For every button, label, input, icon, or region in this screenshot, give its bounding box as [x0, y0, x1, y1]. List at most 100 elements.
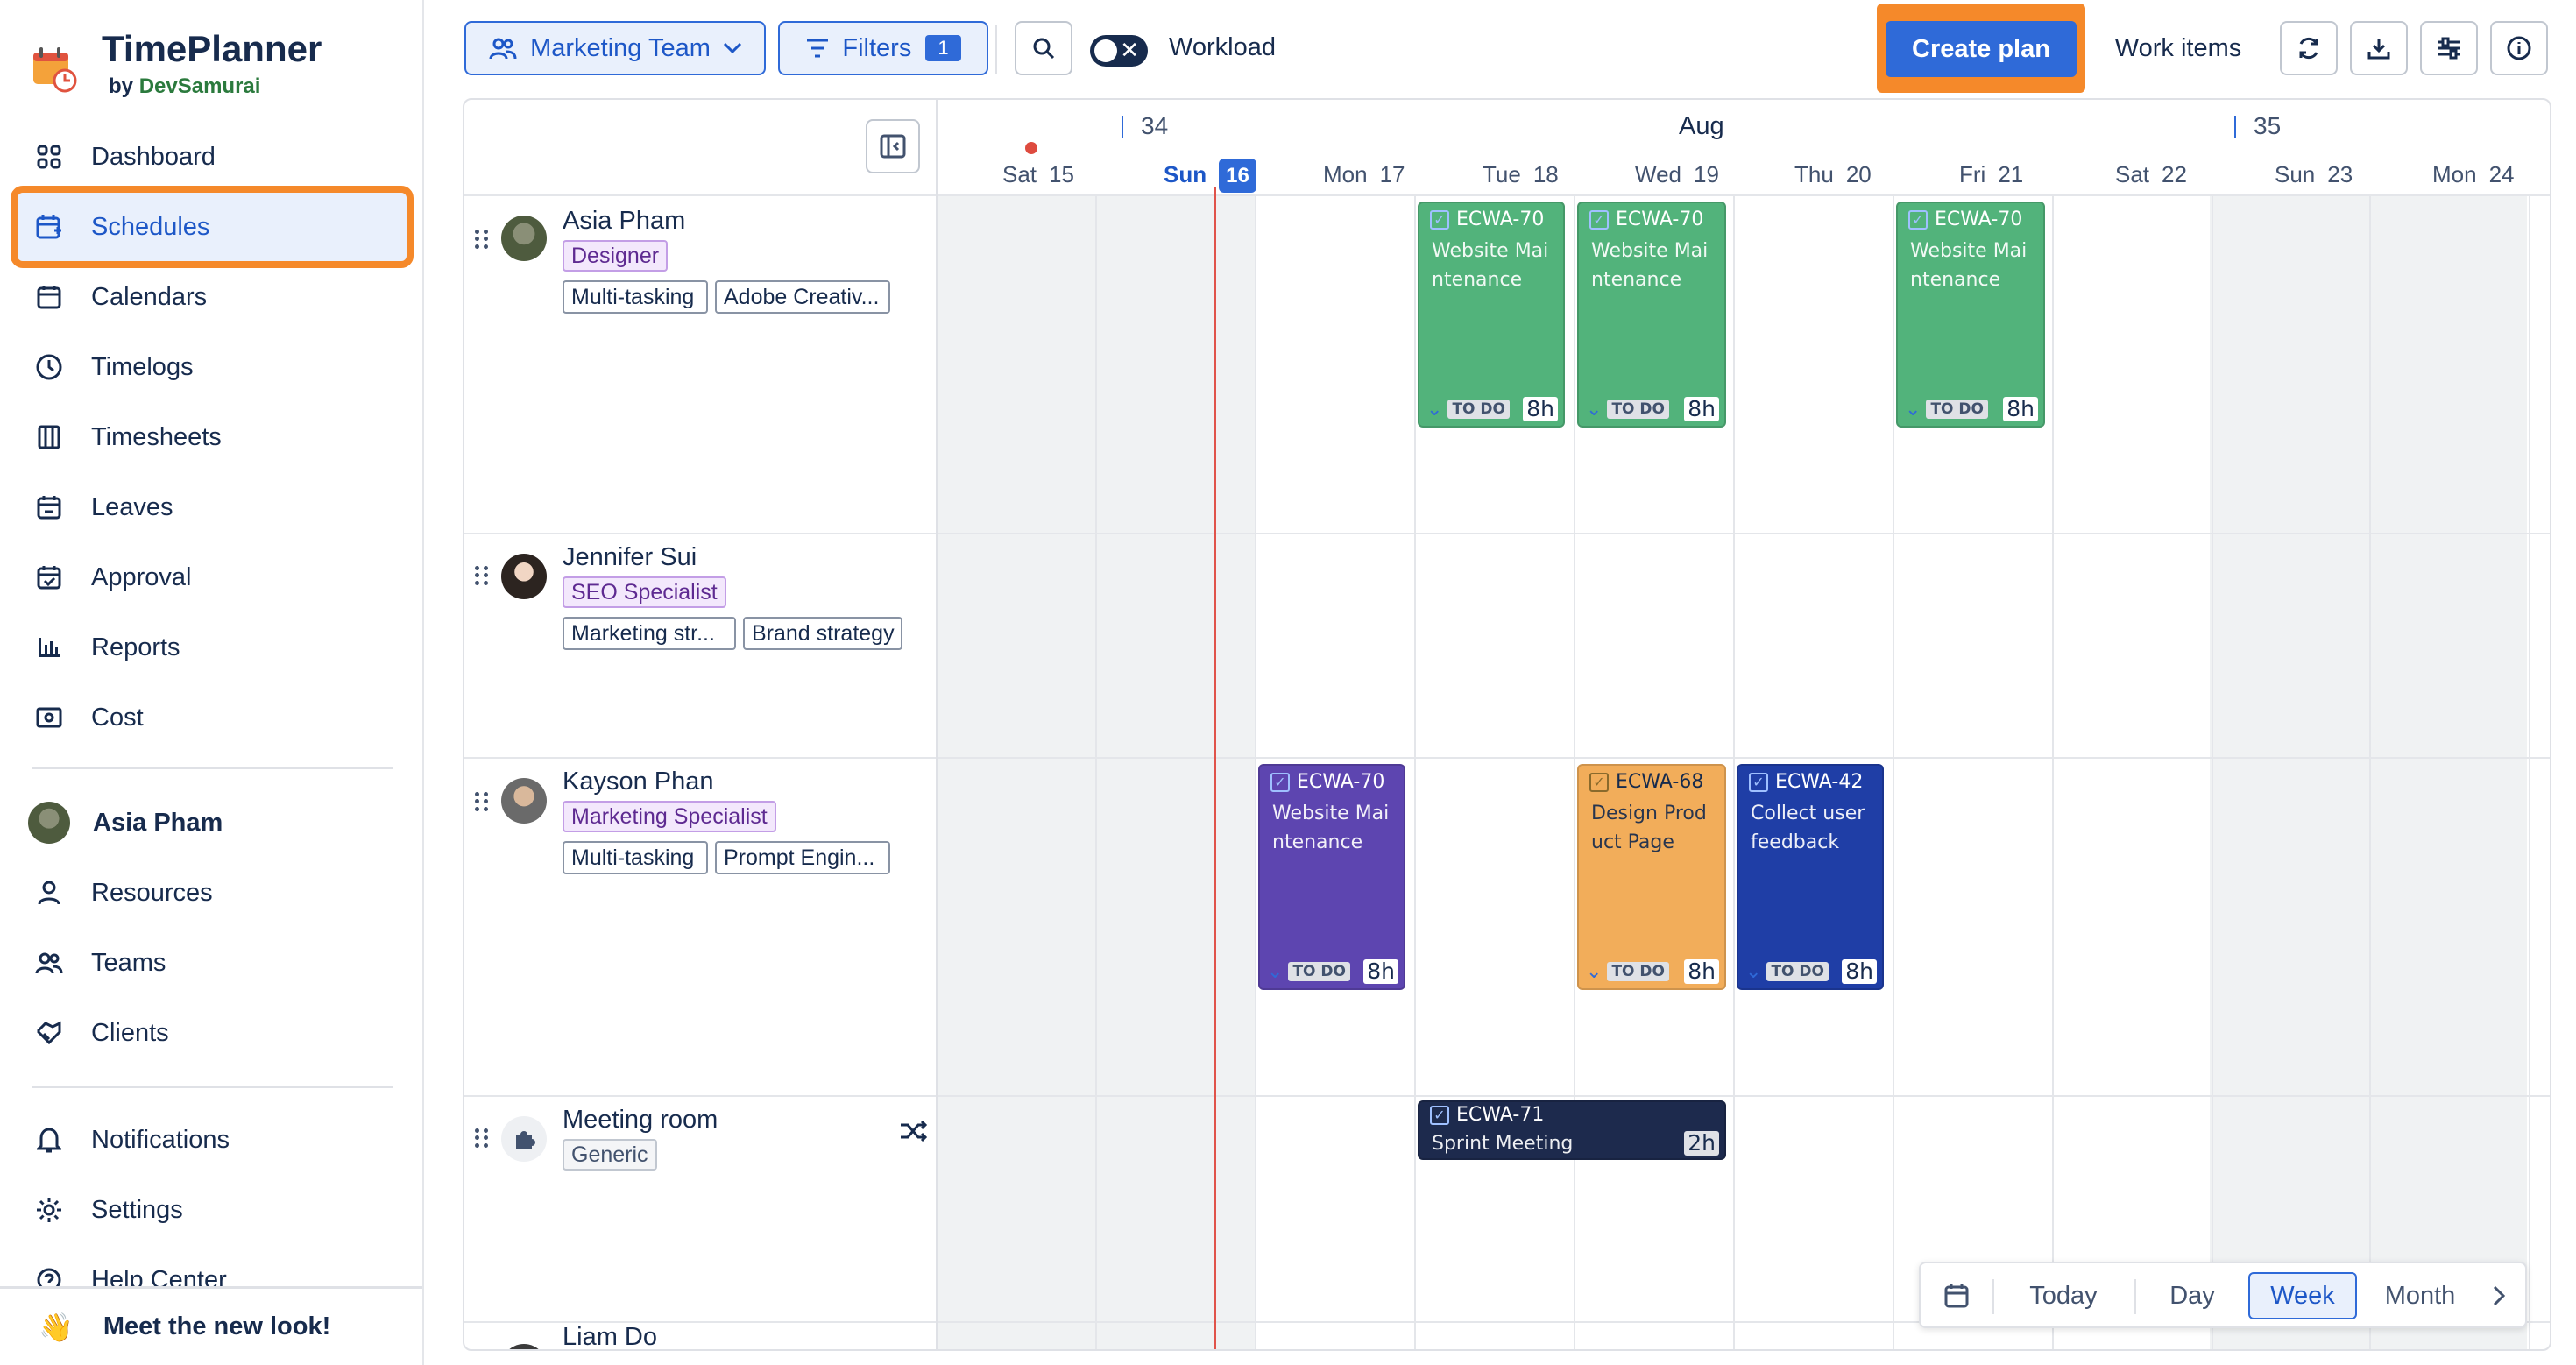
leave-icon: [33, 492, 65, 523]
task-hours: 8h: [1684, 397, 1719, 421]
task-title: Website Maintenance: [1591, 240, 1709, 291]
date-picker-button[interactable]: [1938, 1272, 1975, 1319]
nav-notifications[interactable]: Notifications: [18, 1106, 407, 1174]
task-footer: 2h: [1667, 1130, 1719, 1156]
waving-hand-icon: 👋: [39, 1311, 74, 1343]
day-header[interactable]: Mon 17: [1323, 161, 1405, 188]
resource-name[interactable]: Liam Do: [563, 1323, 657, 1349]
resource-name[interactable]: Jennifer Sui: [563, 543, 697, 572]
chevron-down-icon: ⌄: [1426, 398, 1443, 421]
day-header[interactable]: Mon 24: [2432, 161, 2515, 188]
day-header[interactable]: Sun 23: [2275, 161, 2353, 188]
resource-name[interactable]: Asia Pham: [563, 207, 685, 236]
sync-button[interactable]: [2280, 21, 2338, 75]
week-number: 35: [2233, 112, 2282, 139]
app-logo[interactable]: TimePlanner by DevSamurai: [28, 26, 322, 102]
week-view-button[interactable]: Week: [2248, 1272, 2357, 1319]
day-header-today[interactable]: Sun 16: [1164, 159, 1256, 193]
day-header[interactable]: Sat 15: [1002, 161, 1074, 188]
nav-reports[interactable]: Reports: [18, 613, 407, 682]
create-plan-button[interactable]: Create plan: [1886, 21, 2077, 77]
chevron-down-icon: [723, 42, 741, 54]
shuffle-icon[interactable]: [899, 1118, 929, 1144]
checkbox-icon: ✓: [1430, 1105, 1449, 1125]
work-items-button[interactable]: Work items: [2091, 21, 2266, 75]
nav-clients[interactable]: Clients: [18, 999, 407, 1067]
task-card[interactable]: ✓ ECWA-68 Design Product Page ⌄ TO DO 8h: [1577, 764, 1726, 990]
checkbox-icon: ✓: [1589, 772, 1609, 792]
task-footer: ⌄ TO DO 8h: [1586, 958, 1719, 985]
skill-tag: Brand strategy: [743, 617, 902, 650]
view-settings-button[interactable]: [2420, 21, 2478, 75]
day-number: 22: [2162, 161, 2187, 187]
day-view-button[interactable]: Day: [2150, 1272, 2234, 1319]
day-number: 19: [1694, 161, 1719, 187]
nav-user-profile[interactable]: Asia Pham: [18, 789, 407, 857]
day-header[interactable]: Thu 20: [1794, 161, 1872, 188]
nav-timelogs[interactable]: Timelogs: [18, 333, 407, 401]
task-card[interactable]: ✓ ECWA-70 Website Maintenance ⌄ TO DO 8h: [1258, 764, 1405, 990]
nav-calendars[interactable]: Calendars: [18, 263, 407, 331]
settings-sliders-icon: [2438, 37, 2460, 60]
filter-count-badge: 1: [925, 35, 961, 61]
search-icon: [1033, 38, 1055, 60]
nav-cost[interactable]: Cost: [18, 683, 407, 752]
drag-handle-icon[interactable]: [475, 566, 489, 585]
day-header[interactable]: Wed 19: [1635, 161, 1719, 188]
nav-divider: [32, 767, 393, 769]
sync-icon: [2299, 37, 2318, 60]
task-card[interactable]: ✓ ECWA-70 Website Maintenance ⌄ TO DO 8h: [1896, 202, 2045, 428]
resource-name[interactable]: Meeting room: [563, 1106, 718, 1135]
bell-icon: [33, 1124, 65, 1156]
task-footer: ⌄ TO DO 8h: [1745, 958, 1877, 985]
task-title: Website Maintenance: [1910, 240, 2028, 291]
skill-tag: Adobe Creativ...: [715, 280, 890, 314]
day-header[interactable]: Sat 22: [2115, 161, 2187, 188]
month-view-button[interactable]: Month: [2367, 1272, 2473, 1319]
nav-schedules[interactable]: Schedules: [11, 186, 414, 268]
nav-timesheets[interactable]: Timesheets: [18, 403, 407, 471]
today-button[interactable]: Today: [2008, 1272, 2119, 1319]
download-button[interactable]: [2350, 21, 2408, 75]
drag-handle-icon[interactable]: [475, 230, 489, 249]
info-button[interactable]: [2490, 21, 2548, 75]
drag-handle-icon[interactable]: [475, 792, 489, 811]
day-header[interactable]: Tue 18: [1483, 161, 1559, 188]
day-of-week: Thu: [1794, 161, 1834, 187]
filters-button[interactable]: Filters 1: [778, 21, 988, 75]
day-number: 17: [1379, 161, 1405, 187]
checkbox-icon: ✓: [1589, 209, 1609, 230]
chevron-right-icon[interactable]: [2481, 1272, 2516, 1319]
download-icon: [2367, 39, 2390, 60]
workload-toggle[interactable]: ✕: [1090, 35, 1148, 67]
task-card[interactable]: ✓ ECWA-42 Collect user feedback ⌄ TO DO 8h: [1737, 764, 1884, 990]
nav-approval[interactable]: Approval: [18, 543, 407, 612]
role-badge: Generic: [563, 1139, 657, 1171]
task-card[interactable]: ✓ ECWA-71 Sprint Meeting 2h: [1418, 1100, 1726, 1160]
resource-name[interactable]: Kayson Phan: [563, 767, 714, 796]
drag-handle-icon[interactable]: [475, 1128, 489, 1148]
task-key: ECWA-68: [1616, 771, 1704, 793]
nav-leaves[interactable]: Leaves: [18, 473, 407, 541]
nav-dashboard[interactable]: Dashboard: [18, 123, 407, 191]
nav-label: Settings: [91, 1195, 183, 1224]
task-card[interactable]: ✓ ECWA-70 Website Maintenance ⌄ TO DO 8h: [1418, 202, 1565, 428]
collapse-sidebar-button[interactable]: [866, 119, 920, 173]
nav-teams[interactable]: Teams: [18, 929, 407, 997]
nav-label: Notifications: [91, 1125, 230, 1154]
nav-resources[interactable]: Resources: [18, 859, 407, 927]
avatar: [501, 778, 547, 824]
day-header[interactable]: Fri 21: [1959, 161, 2023, 188]
checkbox-icon: ✓: [1749, 772, 1768, 792]
filter-icon: [807, 39, 829, 58]
role-badge: Designer: [563, 240, 669, 272]
nav-settings[interactable]: Settings: [18, 1176, 407, 1244]
clients-icon: [33, 1017, 65, 1049]
task-card[interactable]: ✓ ECWA-70 Website Maintenance ⌄ TO DO 8h: [1577, 202, 1726, 428]
checkbox-icon: ✓: [1908, 209, 1928, 230]
search-button[interactable]: [1015, 21, 1072, 75]
team-selector[interactable]: Marketing Team: [464, 21, 766, 75]
reports-icon: [33, 632, 65, 663]
meet-new-look-banner[interactable]: 👋 Meet the new look!: [0, 1286, 422, 1365]
nav-label: Reports: [91, 633, 180, 661]
